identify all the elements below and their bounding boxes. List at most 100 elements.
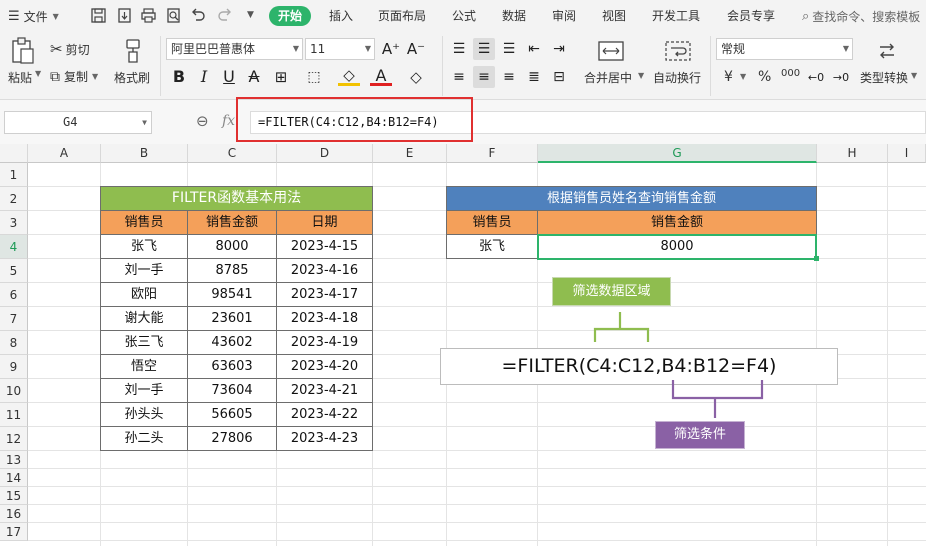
left-table-cell[interactable]: 谢大能 [100,306,188,331]
name-box[interactable]: G4 ▼ [4,111,152,134]
distributed-align-icon[interactable]: ⊟ [548,66,570,88]
left-table-cell[interactable]: 63603 [187,354,277,379]
left-table-title[interactable]: FILTER函数基本用法 [100,186,373,211]
left-table-cell[interactable]: 2023-4-21 [276,378,373,403]
left-table-cell[interactable]: 43602 [187,330,277,355]
left-table-cell[interactable]: 2023-4-22 [276,402,373,427]
fill-handle[interactable] [814,256,819,261]
row-header-14[interactable]: 14 [0,469,28,487]
file-menu[interactable]: ☰ 文件 ▼ [8,8,59,25]
row-header-4[interactable]: 4 [0,235,28,259]
row-header-9[interactable]: 9 [0,355,28,379]
chevron-down-icon[interactable]: ▼ [740,72,746,81]
left-table-cell[interactable]: 8785 [187,258,277,283]
row-header-2[interactable]: 2 [0,187,28,211]
underline-icon[interactable]: U [218,66,240,88]
row-header-13[interactable]: 13 [0,451,28,469]
left-table-cell[interactable]: 2023-4-23 [276,426,373,451]
tab-formulas[interactable]: 公式 [452,6,476,26]
left-table-cell[interactable]: 2023-4-15 [276,234,373,259]
align-right-icon[interactable]: ≡ [498,66,520,88]
left-table-cell[interactable]: 张三飞 [100,330,188,355]
left-table-cell[interactable]: 欧阳 [100,282,188,307]
left-table-cell[interactable]: 孙二头 [100,426,188,451]
tab-developer[interactable]: 开发工具 [652,6,700,26]
right-table-header[interactable]: 销售金额 [537,210,817,235]
left-table-cell[interactable]: 73604 [187,378,277,403]
column-header-b[interactable]: B [101,144,188,163]
convert-type-button[interactable] [876,40,898,62]
tab-data[interactable]: 数据 [502,6,526,26]
row-header-5[interactable]: 5 [0,259,28,283]
lookup-name-cell[interactable]: 张飞 [446,234,538,259]
row-header-1[interactable]: 1 [0,163,28,187]
bold-icon[interactable]: B [168,66,190,88]
print-icon[interactable] [140,7,157,24]
left-table-cell[interactable]: 56605 [187,402,277,427]
align-center-icon[interactable]: ≡ [473,66,495,88]
copy-button[interactable]: ⧉ 复制 ▼ [50,68,98,85]
left-table-cell[interactable]: 刘一手 [100,378,188,403]
left-table-cell[interactable]: 张飞 [100,234,188,259]
italic-icon[interactable]: I [193,66,215,88]
align-left-icon[interactable]: ≡ [448,66,470,88]
left-table-cell[interactable]: 孙头头 [100,402,188,427]
row-header-3[interactable]: 3 [0,211,28,235]
increase-font-icon[interactable]: A⁺ [380,38,402,60]
column-header-g[interactable]: G [538,144,817,163]
export-pdf-icon[interactable] [116,7,133,24]
left-table-cell[interactable]: 2023-4-16 [276,258,373,283]
thousands-separator-icon[interactable]: 000 [781,68,800,79]
left-table-cell[interactable]: 27806 [187,426,277,451]
column-header-c[interactable]: C [188,144,277,163]
left-table-cell[interactable]: 23601 [187,306,277,331]
tab-member[interactable]: 会员专享 [727,6,775,26]
cell-style-icon[interactable]: ⬚ [303,66,325,88]
right-table-title[interactable]: 根据销售员姓名查询销售金额 [446,186,817,211]
number-format-select[interactable]: 常规 ▼ [716,38,853,60]
left-table-header[interactable]: 销售金额 [187,210,277,235]
column-header-h[interactable]: H [817,144,888,163]
align-middle-icon[interactable]: ☰ [473,38,495,60]
tab-view[interactable]: 视图 [602,6,626,26]
row-header-11[interactable]: 11 [0,403,28,427]
paste-button[interactable] [10,37,36,65]
tab-page-layout[interactable]: 页面布局 [378,6,426,26]
right-table-header[interactable]: 销售员 [446,210,538,235]
zoom-formula-icon[interactable]: ⊖ [196,112,209,130]
left-table-cell[interactable]: 2023-4-20 [276,354,373,379]
row-header-7[interactable]: 7 [0,307,28,331]
strikethrough-icon[interactable]: A [243,66,265,88]
row-header-6[interactable]: 6 [0,283,28,307]
column-header-i[interactable]: I [888,144,926,163]
left-table-cell[interactable]: 8000 [187,234,277,259]
left-table-header[interactable]: 销售员 [100,210,188,235]
decrease-decimal-icon[interactable]: →0 [830,67,852,89]
redo-icon[interactable] [216,7,233,24]
left-table-cell[interactable]: 98541 [187,282,277,307]
row-header-16[interactable]: 16 [0,505,28,523]
align-bottom-icon[interactable]: ☰ [498,38,520,60]
tab-insert[interactable]: 插入 [329,6,353,26]
font-name-select[interactable]: 阿里巴巴普惠体 ▼ [166,38,303,60]
decrease-font-icon[interactable]: A⁻ [405,38,427,60]
increase-indent-icon[interactable]: ⇥ [548,38,570,60]
chevron-down-icon[interactable]: ▼ [638,71,644,80]
row-header-12[interactable]: 12 [0,427,28,451]
decrease-indent-icon[interactable]: ⇤ [523,38,545,60]
left-table-cell[interactable]: 2023-4-18 [276,306,373,331]
paste-dropdown-icon[interactable]: ▼ [35,69,41,78]
currency-icon[interactable]: ¥ [724,69,733,85]
left-table-cell[interactable]: 悟空 [100,354,188,379]
font-color-icon[interactable]: A [370,66,392,86]
left-table-cell[interactable]: 刘一手 [100,258,188,283]
clear-format-icon[interactable]: ◇ [405,66,427,88]
save-icon[interactable] [90,7,107,24]
print-preview-icon[interactable] [165,7,182,24]
left-table-header[interactable]: 日期 [276,210,373,235]
column-header-d[interactable]: D [277,144,373,163]
percent-icon[interactable]: % [758,69,771,85]
fx-icon[interactable]: fx [222,113,235,129]
increase-decimal-icon[interactable]: ←0 [805,67,827,89]
row-header-15[interactable]: 15 [0,487,28,505]
